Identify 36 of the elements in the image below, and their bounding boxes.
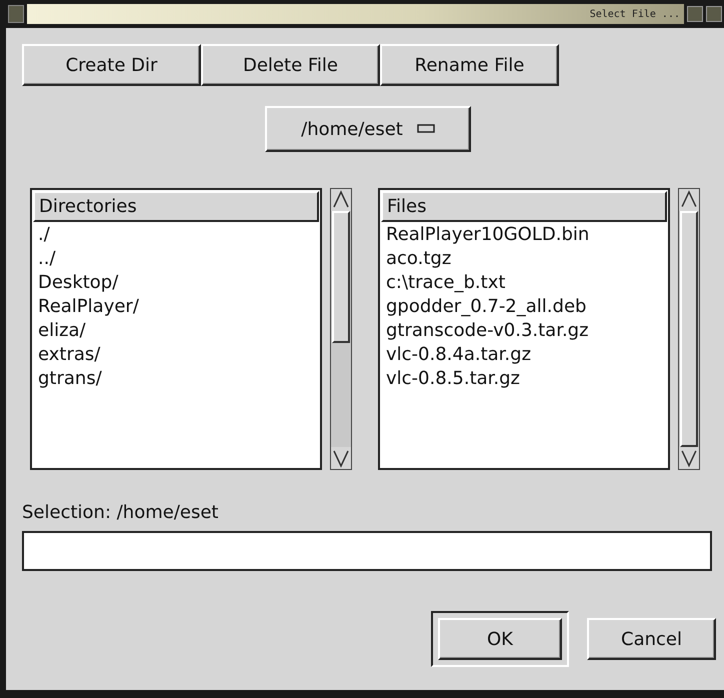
list-item[interactable]: aco.tgz bbox=[380, 247, 668, 271]
list-item[interactable]: vlc-0.8.5.tar.gz bbox=[380, 367, 668, 391]
scroll-thumb[interactable] bbox=[680, 210, 698, 448]
maximize-icon[interactable] bbox=[706, 6, 722, 22]
toolbar-button[interactable]: Create Dir bbox=[22, 44, 201, 86]
toolbar-button[interactable]: Rename File bbox=[380, 44, 559, 86]
path-dropdown[interactable]: /home/eset bbox=[265, 106, 471, 152]
scroll-up-icon[interactable] bbox=[331, 189, 351, 211]
toolbar-button[interactable]: Delete File bbox=[201, 44, 380, 86]
list-item[interactable]: ../ bbox=[32, 247, 320, 271]
selection-label: Selection: /home/eset bbox=[22, 502, 220, 523]
list-item[interactable]: c:\trace_b.txt bbox=[380, 271, 668, 295]
scroll-thumb[interactable] bbox=[332, 211, 350, 343]
scrollbar[interactable] bbox=[678, 188, 700, 470]
scroll-up-icon[interactable] bbox=[679, 189, 699, 211]
list-item[interactable]: eliza/ bbox=[32, 319, 320, 343]
list-item[interactable]: RealPlayer10GOLD.bin bbox=[380, 223, 668, 247]
selection-field[interactable] bbox=[22, 531, 712, 571]
list-item[interactable]: vlc-0.8.4a.tar.gz bbox=[380, 343, 668, 367]
list-item[interactable]: gtrans/ bbox=[32, 367, 320, 391]
list-item[interactable]: gtranscode-v0.3.tar.gz bbox=[380, 319, 668, 343]
dropdown-icon bbox=[416, 124, 435, 134]
list-item[interactable]: extras/ bbox=[32, 343, 320, 367]
list-item[interactable]: ./ bbox=[32, 223, 320, 247]
scroll-down-icon[interactable] bbox=[331, 447, 351, 469]
window-title: Select File ... bbox=[590, 8, 680, 20]
list-item[interactable]: Desktop/ bbox=[32, 271, 320, 295]
dialog-button[interactable]: OK bbox=[438, 618, 562, 660]
list-item[interactable]: gpodder_0.7-2_all.deb bbox=[380, 295, 668, 319]
scrollbar[interactable] bbox=[330, 188, 352, 470]
dialog-button[interactable]: Cancel bbox=[587, 618, 716, 660]
scroll-down-icon[interactable] bbox=[679, 447, 699, 469]
minimize-icon[interactable] bbox=[687, 6, 703, 22]
list-item[interactable]: RealPlayer/ bbox=[32, 295, 320, 319]
list-header: Directories bbox=[33, 191, 319, 222]
list-header: Files bbox=[381, 191, 667, 222]
